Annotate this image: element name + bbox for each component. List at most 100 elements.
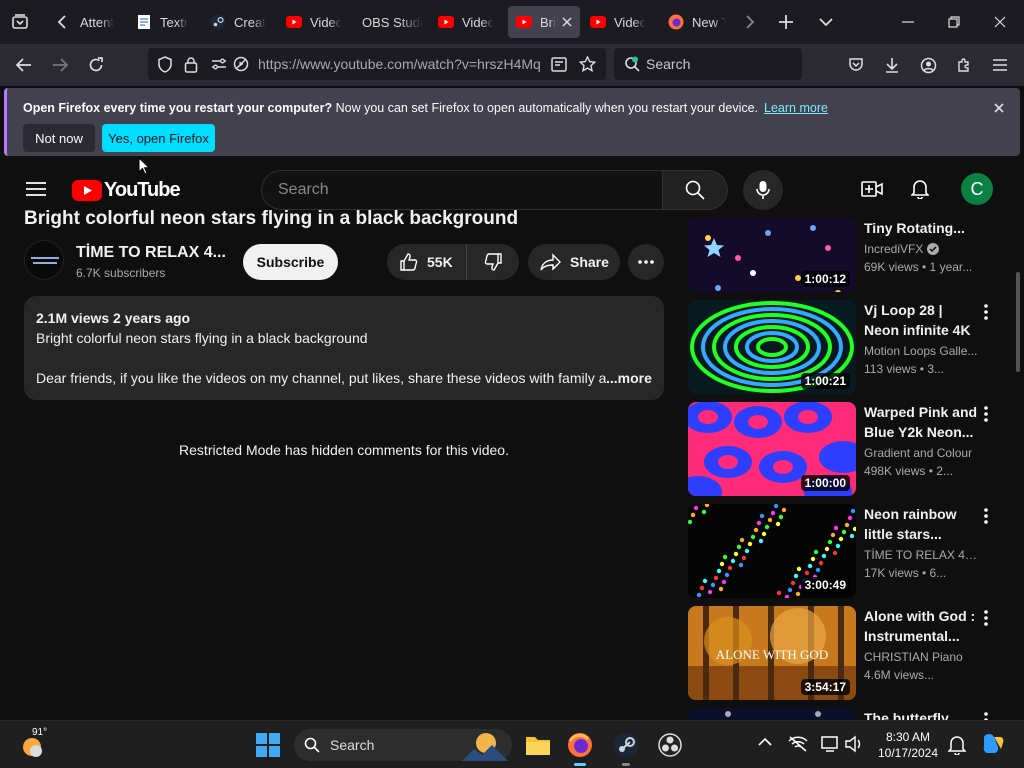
reader-view-icon[interactable] (550, 55, 568, 73)
autoplay-blocked-icon[interactable] (232, 55, 250, 73)
create-video-icon[interactable] (860, 178, 884, 200)
browser-tab[interactable]: Video (438, 6, 494, 38)
video-thumbnail[interactable]: 3:00:49 (688, 504, 856, 598)
close-notification-icon[interactable] (991, 100, 1007, 116)
learn-more-link[interactable]: Learn more (764, 101, 828, 115)
steam-favicon-icon (210, 14, 226, 30)
video-description-box[interactable]: 2.1M views 2 years ago Bright colorful n… (24, 296, 664, 400)
tabs-scroll-right-icon[interactable] (740, 12, 760, 32)
minimize-icon[interactable] (898, 12, 918, 32)
video-options-icon[interactable] (984, 508, 992, 528)
recommended-channel-name[interactable]: CHRISTIAN Piano (864, 650, 980, 664)
lock-icon[interactable] (182, 55, 200, 73)
browser-tab[interactable]: Creat (210, 6, 268, 38)
notification-center-bell-icon[interactable] (948, 735, 966, 755)
steam-taskbar-icon[interactable] (612, 731, 640, 766)
yes-open-firefox-button[interactable]: Yes, open Firefox (102, 124, 215, 152)
youtube-logo[interactable]: YouTube (72, 179, 181, 202)
bookmark-star-icon[interactable] (578, 55, 596, 73)
restore-icon[interactable] (944, 12, 964, 32)
browser-tab[interactable]: Attent (80, 6, 124, 38)
video-options-icon[interactable] (984, 406, 992, 426)
back-icon[interactable] (14, 55, 34, 75)
forward-icon[interactable] (50, 55, 70, 75)
recommended-channel-name[interactable]: TİME TO RELAX 4K... (864, 548, 980, 562)
tab-active[interactable]: Bri (508, 6, 580, 38)
recommended-video-title[interactable]: Neon rainbow little stars... (864, 504, 980, 544)
taskbar-search[interactable]: Search (294, 729, 512, 761)
show-more-link[interactable]: ...more (606, 370, 652, 386)
recommended-channel-name[interactable]: IncrediVFX (864, 242, 980, 256)
recommended-video[interactable]: ALONE WITH GOD 3:54:17 Alone with God : In… (688, 606, 1008, 702)
tab-overview-icon[interactable] (10, 12, 30, 32)
video-thumbnail[interactable]: ALONE WITH GOD 3:54:17 (688, 606, 856, 700)
monitor-tray-icon[interactable] (820, 735, 840, 753)
channel-name[interactable]: TİME TO RELAX 4... (76, 244, 226, 262)
list-all-tabs-icon[interactable] (816, 12, 836, 32)
new-tab-icon[interactable] (776, 12, 796, 32)
start-button[interactable] (256, 733, 280, 757)
close-window-icon[interactable] (990, 12, 1010, 32)
video-thumbnail[interactable] (688, 708, 856, 720)
recommended-channel-name[interactable]: Gradient and Colour (864, 446, 980, 460)
obs-taskbar-icon[interactable] (656, 731, 684, 759)
extensions-puzzle-icon[interactable] (954, 55, 974, 75)
account-icon[interactable] (918, 55, 938, 75)
dislike-button[interactable] (467, 244, 519, 280)
recommended-video-title[interactable]: Tiny Rotating... (864, 218, 980, 238)
url-text[interactable]: https://www.youtube.com/watch?v=hrszH4Mq (258, 56, 548, 72)
reload-icon[interactable] (86, 55, 106, 75)
recommended-video-title[interactable]: Vj Loop 28 | Neon infinite 4K (864, 300, 980, 340)
video-thumbnail[interactable]: 1:00:21 (688, 300, 856, 394)
file-explorer-taskbar-icon[interactable] (524, 731, 552, 759)
pocket-icon[interactable] (846, 55, 866, 75)
recommended-video-title[interactable]: The butterfly (864, 708, 980, 720)
tracking-protection-shield-icon[interactable] (156, 55, 174, 73)
volume-icon[interactable] (844, 735, 864, 753)
copilot-icon[interactable] (980, 731, 1006, 757)
subscribe-button[interactable]: Subscribe (243, 244, 338, 280)
show-hidden-icons-chevron-icon[interactable] (758, 737, 772, 747)
share-button[interactable]: Share (528, 244, 620, 280)
hamburger-menu-icon[interactable] (990, 55, 1010, 75)
browser-tab[interactable]: New T (668, 6, 726, 38)
like-button[interactable]: 55K (387, 244, 467, 280)
youtube-search-input[interactable]: Search (261, 170, 663, 210)
video-options-icon[interactable] (984, 610, 992, 630)
more-actions-button[interactable] (628, 244, 664, 280)
channel-avatar[interactable] (24, 240, 64, 280)
recommended-video[interactable]: 3:00:49 Neon rainbow little stars... TİME … (688, 504, 1008, 600)
page-scrollbar-thumb[interactable] (1016, 272, 1020, 372)
network-status-icon[interactable] (788, 735, 808, 753)
close-tab-icon[interactable] (562, 17, 572, 27)
video-thumbnail[interactable]: 1:00:00 (688, 402, 856, 496)
recommended-video[interactable]: The butterfly (688, 708, 1008, 720)
recommended-video[interactable]: 1:00:00 Warped Pink and Blue Y2k Neon... G… (688, 402, 1008, 498)
weather-widget[interactable]: 91° (18, 727, 47, 759)
browser-nav-bar: https://www.youtube.com/watch?v=hrszH4Mq… (0, 44, 1024, 86)
video-options-icon[interactable] (984, 304, 992, 324)
downloads-icon[interactable] (882, 55, 902, 75)
recommended-channel-name[interactable]: Motion Loops Galle... (864, 344, 980, 358)
browser-tab[interactable]: Video (286, 6, 342, 38)
notifications-bell-icon[interactable] (908, 178, 932, 200)
not-now-button[interactable]: Not now (23, 124, 95, 152)
permissions-icon[interactable] (210, 55, 228, 73)
recommended-video[interactable]: 1:00:21 Vj Loop 28 | Neon infinite 4K Moti… (688, 300, 1008, 396)
browser-tab[interactable]: Video (590, 6, 646, 38)
browser-search-box[interactable]: Search (614, 48, 802, 80)
tabs-scroll-left-icon[interactable] (52, 12, 72, 32)
video-duration: 3:54:17 (800, 679, 850, 695)
url-bar[interactable]: https://www.youtube.com/watch?v=hrszH4Mq (148, 48, 606, 80)
guide-menu-icon[interactable] (24, 178, 48, 200)
recommended-video-title[interactable]: Alone with God : Instrumental... (864, 606, 980, 646)
thumbs-down-icon (484, 253, 502, 271)
video-thumbnail[interactable]: 1:00:12 (688, 218, 856, 292)
browser-tab[interactable]: Textr (136, 6, 192, 38)
firefox-taskbar-icon[interactable] (566, 731, 594, 766)
browser-tab[interactable]: OBS Studi (362, 6, 430, 38)
recommended-video-title[interactable]: Warped Pink and Blue Y2k Neon... (864, 402, 980, 442)
recommended-video[interactable]: 1:00:12 Tiny Rotating... IncrediVFX 69K vie… (688, 198, 1008, 294)
system-clock[interactable]: 8:30 AM 10/17/2024 (872, 729, 944, 761)
video-options-icon[interactable] (984, 712, 992, 720)
